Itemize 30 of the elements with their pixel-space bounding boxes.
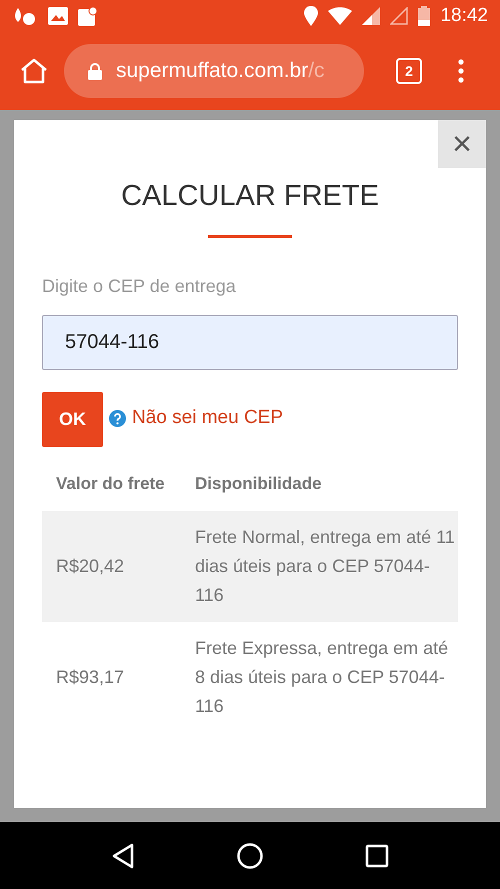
signal-icon	[362, 7, 380, 25]
availability-cell: Frete Expressa, entrega em até 8 dias úteis para o CEP 57044-116	[181, 622, 458, 733]
ok-button[interactable]: OK	[42, 392, 103, 447]
column-header: Valor do frete	[42, 469, 181, 511]
help-link[interactable]: Não sei meu CEP	[132, 407, 284, 429]
tab-count[interactable]: 2	[396, 58, 422, 84]
notification-icon	[12, 6, 38, 26]
close-button[interactable]: ×	[438, 120, 486, 168]
image-icon	[48, 7, 68, 25]
field-label: Digite o CEP de entrega	[42, 276, 237, 297]
battery-icon	[418, 6, 430, 26]
lock-icon	[88, 62, 102, 80]
price-cell: R$93,17	[42, 622, 181, 733]
availability-cell: Frete Normal, entrega em até 11 dias úteis para o CEP 57044-116	[181, 511, 458, 622]
url-path: /c	[308, 59, 325, 82]
dialog-title: CALCULAR FRETE	[120, 180, 380, 213]
home-icon[interactable]	[236, 842, 264, 870]
wifi-icon	[328, 7, 352, 25]
overview-icon[interactable]	[365, 844, 390, 868]
column-header: Disponibilidade	[181, 469, 458, 511]
back-icon[interactable]	[110, 842, 135, 868]
signal-icon	[390, 7, 408, 25]
location-icon	[304, 6, 318, 26]
menu-icon[interactable]	[458, 59, 464, 83]
cep-input-field[interactable]: 57044-116	[42, 315, 458, 370]
address-bar[interactable]: supermuffato.com.br/c	[64, 44, 364, 98]
price-cell: R$20,42	[42, 511, 181, 622]
help-icon	[109, 410, 126, 426]
url-host: supermuffato.com.br	[116, 59, 308, 82]
clock-time: 18:42	[440, 5, 488, 27]
